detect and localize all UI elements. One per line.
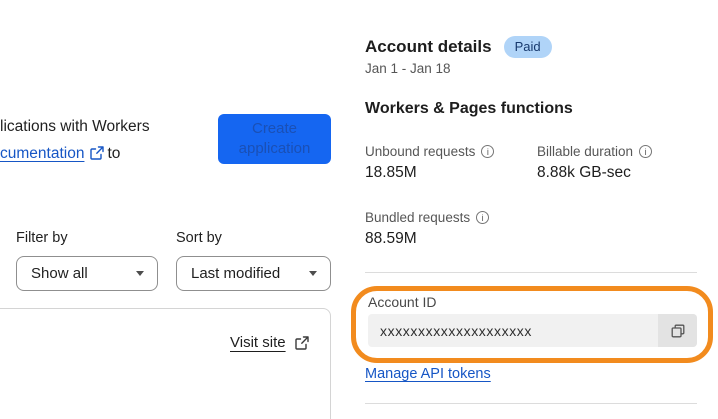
manage-api-tokens-link[interactable]: Manage API tokens: [365, 366, 491, 382]
visit-site-link[interactable]: Visit site: [230, 334, 309, 351]
info-icon[interactable]: i: [476, 211, 490, 224]
functions-section-title: Workers & Pages functions: [365, 100, 573, 117]
intro-text: lications with Workers cumentation to: [0, 113, 215, 169]
stat-value-billable: 8.88k GB-sec: [537, 164, 631, 181]
visit-site-label: Visit site: [230, 334, 286, 351]
stat-label-bundled: Bundled requests i: [365, 210, 490, 225]
external-link-icon: [90, 142, 105, 169]
filter-by-label: Filter by: [16, 230, 68, 246]
stat-label-billable: Billable duration i: [537, 144, 653, 159]
stat-value-unbound: 18.85M: [365, 164, 417, 181]
chevron-down-icon: [136, 271, 144, 276]
info-icon[interactable]: i: [639, 145, 653, 158]
filter-dropdown[interactable]: Show all: [16, 256, 158, 291]
stat-value-bundled: 88.59M: [365, 230, 417, 247]
sort-dropdown[interactable]: Last modified: [176, 256, 331, 291]
documentation-link[interactable]: cumentation: [0, 145, 84, 162]
divider: [365, 272, 697, 273]
external-link-icon: [294, 335, 309, 350]
sort-by-label: Sort by: [176, 230, 222, 246]
intro-line-1: lications with Workers: [0, 118, 150, 135]
intro-after-link: to: [107, 145, 121, 162]
divider: [365, 403, 697, 404]
dashboard-screenshot: lications with Workers cumentation to Cre…: [0, 0, 718, 419]
stat-label-text: Unbound requests: [365, 144, 476, 159]
account-id-label: Account ID: [368, 294, 437, 310]
filter-dropdown-value: Show all: [31, 265, 88, 282]
account-details-title: Account details: [365, 37, 492, 56]
stat-label-text: Bundled requests: [365, 210, 471, 225]
date-range: Jan 1 - Jan 18: [365, 61, 451, 76]
plan-badge: Paid: [503, 36, 552, 58]
account-details-header: Account details Paid: [365, 36, 552, 58]
chevron-down-icon: [309, 271, 317, 276]
copy-account-id-button[interactable]: [658, 314, 697, 347]
stat-label-unbound: Unbound requests i: [365, 144, 495, 159]
account-id-field: [368, 314, 697, 347]
info-icon[interactable]: i: [481, 145, 495, 158]
account-id-input[interactable]: [368, 314, 658, 347]
stat-label-text: Billable duration: [537, 144, 634, 159]
create-application-button[interactable]: Create application: [218, 114, 331, 164]
copy-icon: [671, 324, 684, 337]
project-card: [0, 308, 331, 419]
sort-dropdown-value: Last modified: [191, 265, 281, 282]
